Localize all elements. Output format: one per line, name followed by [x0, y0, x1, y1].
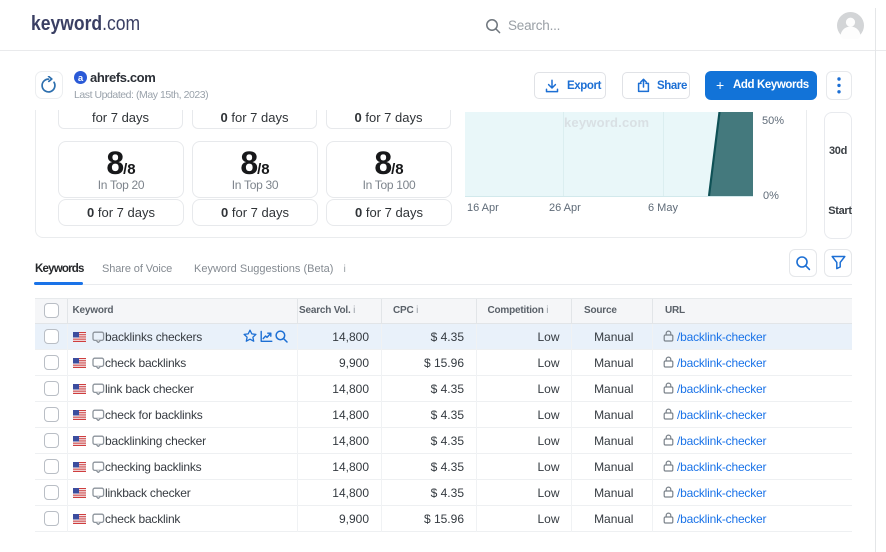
svg-text:a: a — [78, 73, 84, 84]
